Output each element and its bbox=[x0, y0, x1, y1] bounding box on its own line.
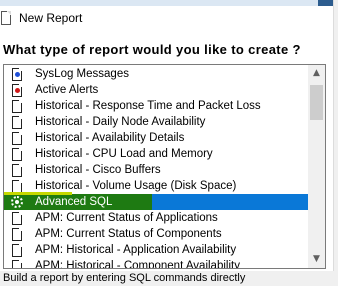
document-icon bbox=[12, 164, 22, 177]
report-type-question: What type of report would you like to cr… bbox=[3, 42, 301, 57]
report-type-item[interactable]: Historical - Response Time and Packet Lo… bbox=[4, 98, 308, 114]
report-type-label: APM: Historical - Application Availabili… bbox=[35, 244, 237, 256]
document-icon bbox=[12, 244, 22, 257]
report-type-item[interactable]: Historical - Cisco Buffers bbox=[4, 162, 308, 178]
report-type-item[interactable]: Active Alerts bbox=[4, 82, 308, 98]
report-type-item[interactable]: APM: Current Status of Applications bbox=[4, 210, 308, 226]
title-bar-edge bbox=[0, 0, 338, 6]
status-bar: Build a report by entering SQL commands … bbox=[0, 271, 338, 286]
report-type-item[interactable]: APM: Historical - Application Availabili… bbox=[4, 242, 308, 258]
report-type-item[interactable]: Historical - CPU Load and Memory bbox=[4, 146, 308, 162]
report-type-label: Historical - Volume Usage (Disk Space) bbox=[35, 180, 237, 192]
report-type-label: Historical - Cisco Buffers bbox=[35, 164, 161, 176]
scroll-up-arrow-icon[interactable]: ▲ bbox=[308, 65, 325, 82]
report-type-label: SysLog Messages bbox=[35, 68, 129, 80]
report-type-label: APM: Historical - Component Availability bbox=[35, 260, 240, 268]
report-type-item[interactable]: Historical - Availability Details bbox=[4, 130, 308, 146]
scroll-down-arrow-icon[interactable]: ▼ bbox=[308, 251, 325, 268]
document-icon bbox=[12, 212, 22, 225]
status-dot-icon bbox=[15, 72, 20, 77]
document-icon bbox=[12, 132, 22, 145]
report-type-label: Historical - Daily Node Availability bbox=[35, 116, 206, 128]
gear-icon bbox=[11, 196, 23, 208]
title-bar: New Report bbox=[0, 0, 338, 36]
report-type-item[interactable]: Historical - Daily Node Availability bbox=[4, 114, 308, 130]
window-edge bbox=[333, 0, 338, 286]
report-type-label: Historical - Response Time and Packet Lo… bbox=[35, 100, 261, 112]
document-icon bbox=[12, 148, 22, 161]
report-type-label: Historical - Availability Details bbox=[35, 132, 185, 144]
window-title: New Report bbox=[19, 11, 83, 25]
report-type-item[interactable]: APM: Current Status of Components bbox=[4, 226, 308, 242]
alert-document-icon bbox=[12, 84, 22, 97]
report-type-list-viewport: SysLog Messages Active Alerts Historical -… bbox=[4, 65, 308, 268]
status-dot-icon bbox=[15, 88, 20, 93]
document-icon bbox=[12, 100, 22, 113]
document-icon bbox=[12, 260, 22, 268]
report-document-icon bbox=[1, 11, 11, 25]
status-text: Build a report by entering SQL commands … bbox=[3, 272, 246, 284]
report-type-list[interactable]: SysLog Messages Active Alerts Historical -… bbox=[3, 64, 326, 269]
report-type-label: Advanced SQL bbox=[35, 196, 113, 208]
report-type-label: APM: Current Status of Components bbox=[35, 228, 222, 240]
report-type-item[interactable]: Advanced SQL bbox=[4, 192, 308, 210]
report-type-label: Historical - CPU Load and Memory bbox=[35, 148, 213, 160]
report-type-label: APM: Current Status of Applications bbox=[35, 212, 218, 224]
syslog-document-icon bbox=[12, 68, 22, 81]
report-type-item[interactable]: APM: Historical - Component Availability bbox=[4, 258, 308, 268]
report-type-label: Active Alerts bbox=[35, 84, 99, 96]
document-icon bbox=[12, 228, 22, 241]
scroll-thumb[interactable] bbox=[310, 85, 323, 120]
list-scrollbar[interactable]: ▲ ▼ bbox=[308, 65, 325, 268]
report-type-item[interactable]: SysLog Messages bbox=[4, 66, 308, 82]
document-icon bbox=[12, 116, 22, 129]
